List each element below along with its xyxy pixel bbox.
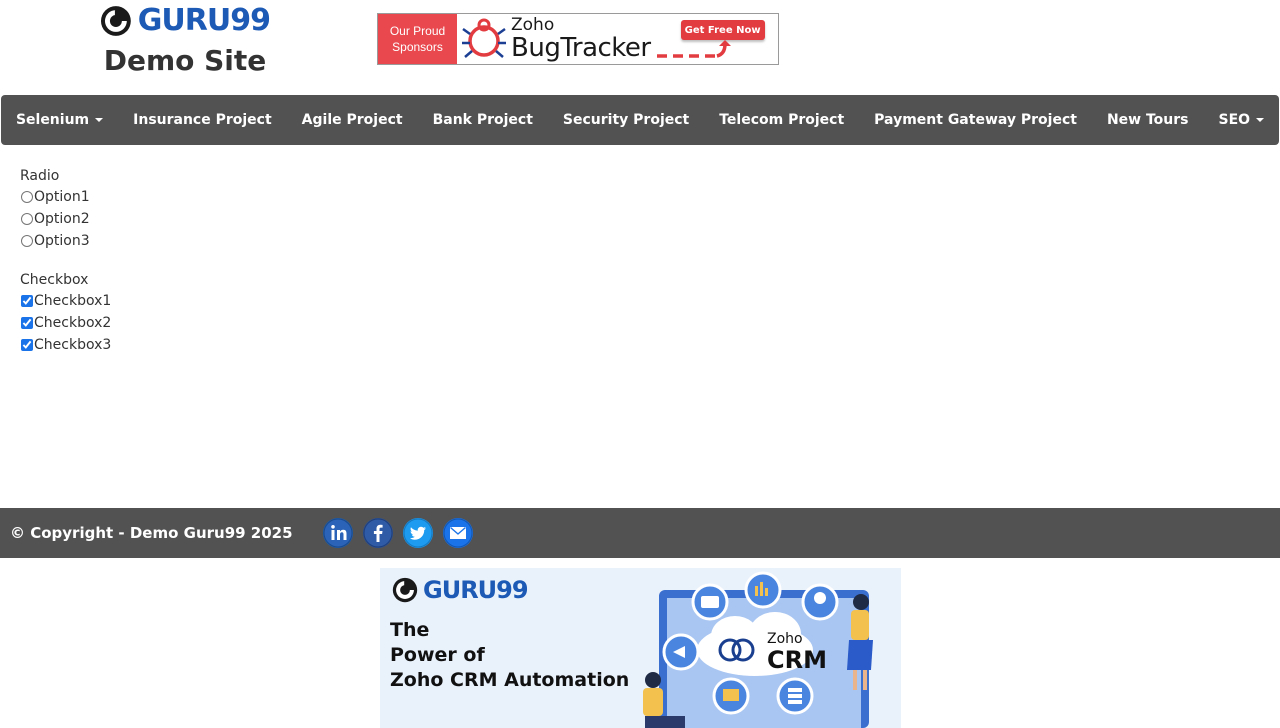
radio-option-3-label: Option3 [34, 233, 90, 249]
form-content: Radio Option1 Option2 Option3 Checkbox C… [20, 166, 111, 356]
facebook-icon[interactable] [362, 518, 393, 548]
crm-brand-text: Zoho [767, 631, 803, 647]
sponsor-brand: Zoho BugTracker [511, 14, 651, 64]
twitter-glyph [403, 518, 433, 548]
radio-option-3[interactable]: Option3 [20, 230, 111, 252]
checkbox-input-1[interactable] [21, 295, 33, 307]
logo-row: GURU99 [100, 3, 271, 39]
nav-selenium[interactable]: Selenium [1, 95, 118, 145]
sponsor-cta-area: Get Free Now [651, 14, 778, 64]
bottom-ad-banner[interactable]: GURU99 The Power of Zoho CRM Automation [380, 568, 901, 728]
radio-group-label: Radio [20, 168, 60, 184]
caret-down-icon [95, 118, 104, 122]
nav-seo[interactable]: SEO [1204, 95, 1280, 145]
checkbox-input-3[interactable] [21, 339, 33, 351]
sponsor-label: Our Proud Sponsors [378, 14, 457, 64]
crm-product-text: CRM [767, 646, 827, 674]
bug-icon [462, 18, 506, 58]
radio-input-option1[interactable] [21, 191, 33, 203]
sponsor-label-line1: Our Proud [389, 24, 446, 38]
guru99-logo-icon [100, 6, 131, 36]
nav-new-tours[interactable]: New Tours [1092, 95, 1204, 145]
ad-logo: GURU99 [392, 576, 529, 604]
ad-logo-text: GURU99 [423, 576, 529, 604]
radio-input-option3[interactable] [21, 235, 33, 247]
sponsor-label-line2: Sponsors [392, 40, 443, 54]
nav-seo-label: SEO [1218, 112, 1251, 128]
main-navbar: Selenium Insurance Project Agile Project… [1, 95, 1279, 145]
nav-payment-gateway-project[interactable]: Payment Gateway Project [859, 95, 1092, 145]
checkbox-option-3-label: Checkbox3 [34, 337, 112, 353]
nav-agile-project[interactable]: Agile Project [287, 95, 418, 145]
checkbox-group: Checkbox Checkbox1 Checkbox2 Checkbox3 [20, 270, 111, 356]
get-free-now-button[interactable]: Get Free Now [680, 20, 765, 40]
arrow-icon [656, 40, 731, 58]
copyright-text: © Copyright - Demo Guru99 2025 [10, 524, 293, 542]
radio-option-2[interactable]: Option2 [20, 208, 111, 230]
caret-down-icon [1256, 118, 1265, 122]
nav-selenium-label: Selenium [15, 112, 90, 128]
nav-bank-project[interactable]: Bank Project [418, 95, 548, 145]
linkedin-glyph [323, 518, 353, 548]
logo-text: GURU99 [137, 3, 271, 38]
nav-insurance-project[interactable]: Insurance Project [118, 95, 287, 145]
site-logo[interactable]: GURU99 Demo Site [100, 3, 271, 77]
checkbox-option-1-label: Checkbox1 [34, 293, 112, 309]
sponsor-banner[interactable]: Our Proud Sponsors Zoho BugTracker Get F… [377, 13, 779, 65]
checkbox-option-1[interactable]: Checkbox1 [20, 290, 111, 312]
email-glyph [443, 518, 473, 548]
radio-option-1[interactable]: Option1 [20, 186, 111, 208]
ad-headline-line2: Power of [390, 644, 485, 666]
guru99-logo-icon [392, 577, 418, 603]
ad-headline-line3: Zoho CRM Automation [390, 669, 630, 691]
sponsor-brand-name: Zoho [511, 14, 555, 35]
facebook-glyph [363, 518, 393, 548]
checkbox-option-2-label: Checkbox2 [34, 315, 112, 331]
checkbox-input-2[interactable] [21, 317, 33, 329]
nav-security-project[interactable]: Security Project [548, 95, 704, 145]
twitter-icon[interactable] [402, 518, 433, 548]
nav-telecom-project[interactable]: Telecom Project [704, 95, 859, 145]
ad-headline: The Power of Zoho CRM Automation [390, 618, 629, 693]
radio-option-2-label: Option2 [34, 211, 90, 227]
logo-subtitle: Demo Site [103, 44, 267, 77]
site-header: GURU99 Demo Site Our Proud Sponsors Zoho… [0, 0, 1280, 95]
radio-input-option2[interactable] [21, 213, 33, 225]
checkbox-option-2[interactable]: Checkbox2 [20, 312, 111, 334]
site-footer: © Copyright - Demo Guru99 2025 [0, 508, 1280, 558]
checkbox-group-label: Checkbox [20, 272, 89, 288]
radio-option-1-label: Option1 [34, 189, 90, 205]
email-icon[interactable] [442, 518, 473, 548]
sponsor-product-name: BugTracker [511, 32, 651, 63]
ad-headline-line1: The [390, 619, 430, 641]
checkbox-option-3[interactable]: Checkbox3 [20, 334, 111, 356]
radio-group: Radio Option1 Option2 Option3 [20, 166, 111, 252]
linkedin-icon[interactable] [322, 518, 353, 548]
